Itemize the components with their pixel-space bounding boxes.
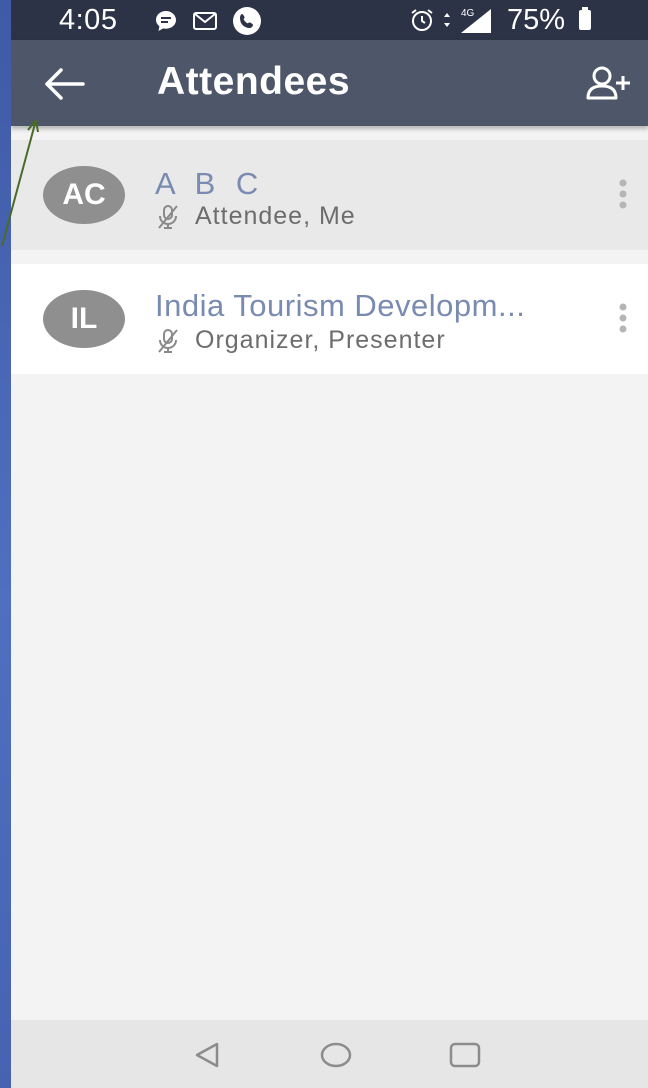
square-recents-icon	[449, 1042, 481, 1068]
attendee-row[interactable]: IL India Tourism Developm... Organizer, …	[11, 264, 648, 374]
attendee-name: India Tourism Developm...	[155, 288, 526, 323]
triangle-back-icon	[195, 1042, 219, 1068]
nav-recents-button[interactable]	[445, 1040, 485, 1070]
battery-icon	[579, 7, 592, 30]
notification-icons	[154, 7, 262, 35]
add-attendee-button[interactable]	[585, 64, 633, 104]
mic-off-icon	[158, 329, 178, 353]
attendee-subtitle: Attendee, Me	[157, 202, 356, 234]
nav-back-button[interactable]	[187, 1040, 227, 1070]
gmail-icon	[193, 12, 217, 30]
status-bar: 4:05 4G 75%	[11, 0, 648, 40]
battery-percentage: 75%	[507, 3, 566, 36]
phone-call-icon	[233, 7, 261, 35]
back-button[interactable]	[39, 62, 89, 106]
mic-off-icon	[158, 205, 178, 229]
attendee-row[interactable]: AC A B C Attendee, Me	[11, 140, 648, 250]
add-person-icon	[586, 66, 630, 100]
page-title: Attendees	[157, 60, 351, 103]
attendee-subtitle: Organizer, Presenter	[157, 326, 446, 358]
system-navigation-bar	[11, 1020, 648, 1088]
status-time: 4:05	[59, 4, 118, 36]
message-icon	[156, 11, 176, 31]
more-vertical-icon	[619, 179, 627, 209]
arrow-left-icon	[45, 68, 85, 100]
more-options-button[interactable]	[611, 178, 635, 212]
attendee-role: Attendee, Me	[195, 202, 356, 230]
circle-home-icon	[320, 1042, 352, 1068]
data-arrows-icon	[444, 13, 450, 27]
app-bar: Attendees	[11, 40, 648, 126]
signal-icon: 4G	[461, 8, 491, 33]
attendee-name: A B C	[155, 166, 265, 201]
avatar: IL	[43, 290, 125, 348]
nav-home-button[interactable]	[316, 1040, 356, 1070]
svg-text:4G: 4G	[461, 8, 475, 19]
avatar: AC	[43, 166, 125, 224]
more-options-button[interactable]	[611, 302, 635, 336]
annotation-arrow-icon	[1, 119, 39, 247]
attendee-role: Organizer, Presenter	[195, 326, 446, 354]
more-vertical-icon	[619, 303, 627, 333]
phone-screen: 4:05 4G 75% Attendees AC A B C Attendee,…	[11, 0, 648, 1088]
alarm-icon	[411, 9, 433, 31]
system-status-icons: 4G 75%	[409, 3, 592, 36]
